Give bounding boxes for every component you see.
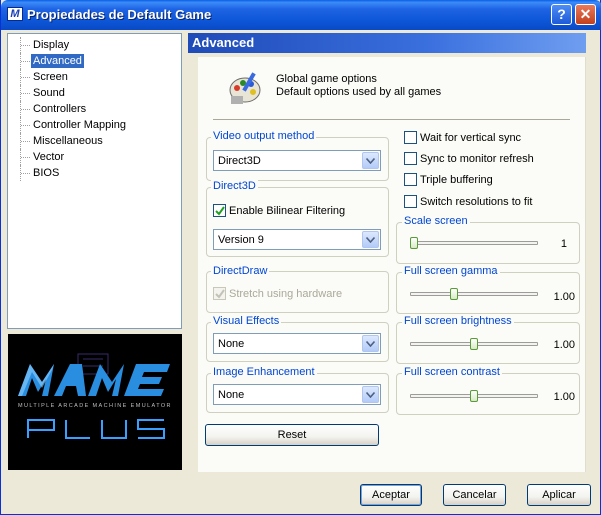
tree-connector bbox=[20, 165, 30, 181]
directdraw-label: DirectDraw bbox=[211, 265, 270, 278]
tree-item-label: BIOS bbox=[33, 167, 60, 179]
mame-app-icon: M bbox=[7, 7, 23, 21]
bilinear-checkbox[interactable] bbox=[213, 204, 226, 217]
help-button[interactable]: ? bbox=[551, 4, 572, 25]
checkmark-icon bbox=[215, 289, 225, 299]
cancel-button[interactable]: Cancelar bbox=[443, 484, 506, 506]
tree-connector bbox=[20, 69, 30, 85]
switch-res-checkbox[interactable] bbox=[404, 195, 417, 208]
chevron-down-icon[interactable] bbox=[362, 386, 379, 403]
properties-window: M Propiedades de Default Game ? ✕ Displa… bbox=[0, 0, 601, 515]
direct3d-version-value: Version 9 bbox=[218, 234, 264, 246]
tree-item-sound[interactable]: Sound bbox=[8, 85, 178, 101]
apply-button[interactable]: Aplicar bbox=[527, 484, 591, 506]
tree-item-label: Miscellaneous bbox=[33, 135, 103, 147]
tree-item-label: Vector bbox=[33, 151, 65, 163]
image-enhancement-value: None bbox=[218, 389, 245, 401]
video-output-label: Video output method bbox=[211, 130, 317, 143]
mame-logo-image: MULTIPLE ARCADE MACHINE EMULATOR bbox=[18, 353, 172, 439]
visual-effects-label: Visual Effects bbox=[211, 315, 282, 328]
tree-connector bbox=[20, 149, 30, 165]
tree-item-label: Controller Mapping bbox=[33, 119, 126, 131]
triple-buffer-checkbox[interactable] bbox=[404, 173, 417, 186]
tree-connector bbox=[20, 133, 30, 149]
switch-res-label[interactable]: Switch resolutions to fit bbox=[420, 195, 533, 209]
tree-connector bbox=[20, 101, 30, 117]
tree-connector bbox=[20, 85, 30, 101]
accept-button[interactable]: Aceptar bbox=[360, 484, 422, 506]
tree-item-label: Sound bbox=[33, 87, 65, 99]
mame-plus-logo: MULTIPLE ARCADE MACHINE EMULATOR bbox=[8, 334, 182, 470]
tree-item-advanced[interactable]: Advanced bbox=[8, 53, 178, 69]
close-button[interactable]: ✕ bbox=[575, 4, 596, 25]
tree-item-miscellaneous[interactable]: Miscellaneous bbox=[8, 133, 178, 149]
window-title: Propiedades de Default Game bbox=[27, 7, 212, 22]
vsync-label[interactable]: Wait for vertical sync bbox=[420, 131, 521, 145]
sync-refresh-checkbox[interactable] bbox=[404, 152, 417, 165]
image-enhancement-label: Image Enhancement bbox=[211, 366, 317, 379]
scale-screen-slider-thumb[interactable] bbox=[410, 237, 418, 249]
title-bar[interactable]: M Propiedades de Default Game ? ✕ bbox=[1, 0, 601, 30]
palette-icon bbox=[229, 72, 261, 104]
intro-title: Global game options bbox=[276, 73, 377, 85]
tree-item-screen[interactable]: Screen bbox=[8, 69, 178, 85]
separator-line bbox=[213, 119, 570, 120]
tree-item-controller-mapping[interactable]: Controller Mapping bbox=[8, 117, 178, 133]
triple-buffer-label[interactable]: Triple buffering bbox=[420, 173, 493, 187]
scale-screen-track[interactable] bbox=[410, 241, 538, 245]
sync-refresh-label[interactable]: Sync to monitor refresh bbox=[420, 152, 534, 166]
tree-connector bbox=[20, 53, 30, 69]
direct3d-version-select[interactable]: Version 9 bbox=[213, 229, 381, 250]
logo-subtitle: MULTIPLE ARCADE MACHINE EMULATOR bbox=[18, 403, 172, 409]
chevron-down-icon[interactable] bbox=[362, 335, 379, 352]
brightness-label: Full screen brightness bbox=[402, 315, 514, 328]
bilinear-label[interactable]: Enable Bilinear Filtering bbox=[229, 204, 345, 218]
visual-effects-select[interactable]: None bbox=[213, 333, 381, 354]
chevron-down-icon[interactable] bbox=[362, 231, 379, 248]
tree-connector bbox=[20, 37, 30, 53]
tree-item-bios[interactable]: BIOS bbox=[8, 165, 178, 181]
tree-item-display[interactable]: Display bbox=[8, 37, 178, 53]
options-tree[interactable]: Display Advanced Screen Sound Controller… bbox=[7, 33, 182, 329]
vsync-checkbox[interactable] bbox=[404, 131, 417, 144]
contrast-slider-thumb[interactable] bbox=[470, 390, 478, 402]
intro-subtitle: Default options used by all games bbox=[276, 86, 442, 98]
gamma-value: 1.00 bbox=[553, 291, 575, 303]
video-output-select[interactable]: Direct3D bbox=[213, 150, 381, 171]
direct3d-label: Direct3D bbox=[211, 180, 258, 193]
brightness-slider-thumb[interactable] bbox=[470, 338, 478, 350]
brightness-value: 1.00 bbox=[553, 339, 575, 351]
checkmark-icon bbox=[215, 206, 225, 216]
stretch-checkbox[interactable] bbox=[213, 287, 226, 300]
tree-item-label: Controllers bbox=[33, 103, 87, 115]
visual-effects-value: None bbox=[218, 338, 245, 350]
chevron-down-icon[interactable] bbox=[362, 152, 379, 169]
scale-screen-value: 1 bbox=[560, 238, 567, 250]
tree-item-label: Screen bbox=[33, 71, 68, 83]
contrast-label: Full screen contrast bbox=[402, 366, 502, 379]
image-enhancement-select[interactable]: None bbox=[213, 384, 381, 405]
tree-item-controllers[interactable]: Controllers bbox=[8, 101, 178, 117]
tree-item-label: Display bbox=[33, 39, 70, 51]
tree-connector bbox=[20, 117, 30, 133]
page-title: Advanced bbox=[188, 33, 586, 53]
gamma-label: Full screen gamma bbox=[402, 265, 500, 278]
gamma-track[interactable] bbox=[410, 292, 538, 296]
gamma-slider-thumb[interactable] bbox=[449, 288, 458, 300]
tree-item-label: Advanced bbox=[31, 54, 84, 68]
tree-item-vector[interactable]: Vector bbox=[8, 149, 178, 165]
stretch-label: Stretch using hardware bbox=[229, 288, 343, 300]
scale-screen-label: Scale screen bbox=[402, 215, 470, 228]
video-output-value: Direct3D bbox=[218, 155, 261, 167]
contrast-value: 1.00 bbox=[553, 391, 575, 403]
reset-button[interactable]: Reset bbox=[205, 424, 379, 446]
